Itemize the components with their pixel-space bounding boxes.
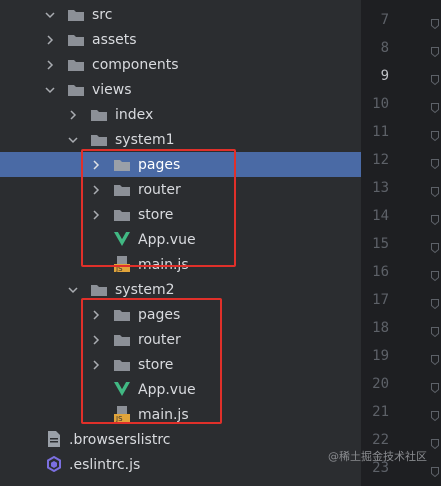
fold-marker-icon[interactable] — [431, 409, 439, 422]
gutter-line: 11 — [361, 120, 441, 148]
eslint-icon — [46, 456, 62, 472]
gutter-line: 17 — [361, 288, 441, 316]
fold-marker-icon[interactable] — [431, 185, 439, 198]
tree-item-label: .eslintrc.js — [69, 456, 141, 473]
gutter-line: 10 — [361, 92, 441, 120]
tree-item-label: .browserslistrc — [69, 431, 171, 448]
gutter-line: 16 — [361, 260, 441, 288]
fold-marker-icon[interactable] — [431, 73, 439, 86]
fold-marker-icon[interactable] — [431, 213, 439, 226]
tree-item-label: components — [92, 56, 179, 73]
tree-item-label: system1 — [115, 131, 175, 148]
gutter-line: 15 — [361, 232, 441, 260]
fold-marker-icon[interactable] — [431, 129, 439, 142]
gutter-line: 7 — [361, 8, 441, 36]
project-file-tree: src assets components views index system… — [0, 0, 361, 486]
chevron-right-icon[interactable] — [66, 108, 80, 122]
folder-icon — [68, 84, 84, 96]
line-number: 19 — [372, 348, 389, 364]
line-number: 11 — [372, 124, 389, 140]
tree-item-views[interactable]: views — [0, 77, 361, 102]
folder-icon — [68, 9, 84, 21]
tree-item-index[interactable]: index — [0, 102, 361, 127]
line-number: 14 — [372, 208, 389, 224]
gutter-line: 18 — [361, 316, 441, 344]
gutter-line: 12 — [361, 148, 441, 176]
line-number: 20 — [372, 376, 389, 392]
fold-marker-icon[interactable] — [431, 17, 439, 30]
chevron-down-icon[interactable] — [66, 283, 80, 297]
gutter-line: 19 — [361, 344, 441, 372]
fold-marker-icon[interactable] — [431, 157, 439, 170]
fold-marker-icon[interactable] — [431, 297, 439, 310]
fold-marker-icon[interactable] — [431, 381, 439, 394]
line-number: 13 — [372, 180, 389, 196]
fold-marker-icon[interactable] — [431, 241, 439, 254]
gutter-line: 9 — [361, 64, 441, 92]
fold-marker-icon[interactable] — [431, 325, 439, 338]
line-number: 7 — [380, 12, 389, 28]
line-number: 22 — [372, 432, 389, 448]
folder-icon — [68, 34, 84, 46]
line-number: 9 — [380, 68, 389, 84]
tree-item-label: system2 — [115, 281, 175, 298]
gutter-line: 21 — [361, 400, 441, 428]
folder-icon — [91, 109, 107, 121]
line-number: 12 — [372, 152, 389, 168]
chevron-down-icon[interactable] — [43, 83, 57, 97]
tree-item-label: index — [115, 106, 154, 123]
line-number: 15 — [372, 236, 389, 252]
gutter-line: 8 — [361, 36, 441, 64]
tree-item-label: assets — [92, 31, 137, 48]
tree-item-components[interactable]: components — [0, 52, 361, 77]
fold-marker-icon[interactable] — [431, 353, 439, 366]
tree-item-label: src — [92, 6, 113, 23]
fold-marker-icon[interactable] — [431, 101, 439, 114]
fold-marker-icon[interactable] — [431, 437, 439, 450]
tree-item-browserslistrc[interactable]: .browserslistrc — [0, 427, 361, 452]
fold-marker-icon[interactable] — [431, 45, 439, 58]
fold-marker-icon[interactable] — [431, 465, 439, 478]
tree-item-assets[interactable]: assets — [0, 27, 361, 52]
folder-icon — [91, 134, 107, 146]
gutter-line: 13 — [361, 176, 441, 204]
watermark: @稀土掘金技术社区 — [328, 450, 427, 463]
chevron-down-icon[interactable] — [66, 133, 80, 147]
chevron-down-icon[interactable] — [43, 8, 57, 22]
chevron-right-icon[interactable] — [43, 33, 57, 47]
highlight-box-system1 — [81, 149, 236, 267]
config-file-icon — [46, 431, 62, 447]
line-number: 10 — [372, 96, 389, 112]
tree-item-src[interactable]: src — [0, 2, 361, 27]
line-number: 21 — [372, 404, 389, 420]
folder-icon — [68, 59, 84, 71]
folder-icon — [91, 284, 107, 296]
line-number: 16 — [372, 264, 389, 280]
highlight-box-system2 — [81, 298, 222, 424]
gutter-line: 20 — [361, 372, 441, 400]
tree-item-label: views — [92, 81, 132, 98]
chevron-right-icon[interactable] — [43, 58, 57, 72]
line-number: 17 — [372, 292, 389, 308]
line-number: 8 — [380, 40, 389, 56]
line-number: 18 — [372, 320, 389, 336]
editor-gutter: 7 8 9 10 11 12 13 14 15 16 17 18 19 20 21 22 23 — [361, 0, 441, 486]
tree-item-eslintrc[interactable]: .eslintrc.js — [0, 452, 361, 477]
gutter-line: 14 — [361, 204, 441, 232]
fold-marker-icon[interactable] — [431, 269, 439, 282]
